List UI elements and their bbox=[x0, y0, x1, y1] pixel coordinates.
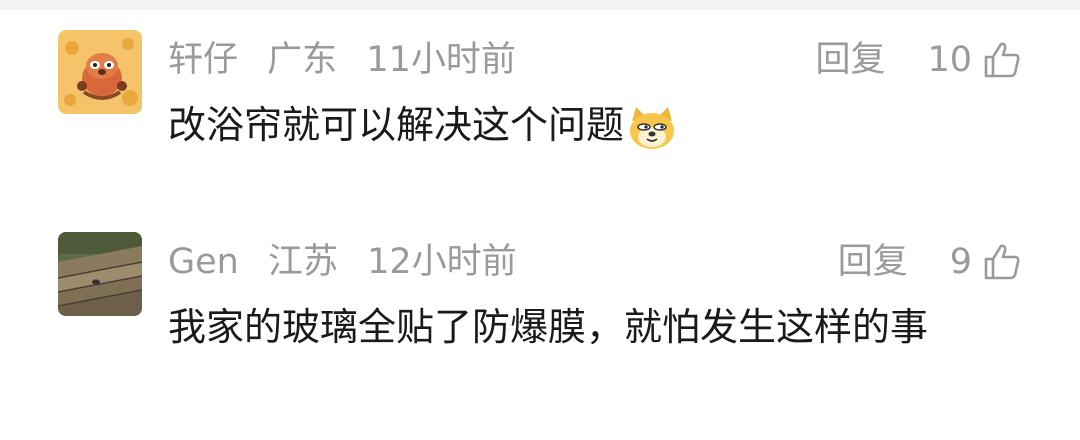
timestamp: 11小时前 bbox=[366, 40, 516, 80]
avatar[interactable] bbox=[58, 232, 142, 316]
location: 江苏 bbox=[267, 242, 338, 282]
like-count: 10 bbox=[927, 40, 972, 80]
username[interactable]: 轩仔 bbox=[168, 40, 238, 80]
thumbs-up-icon[interactable] bbox=[982, 40, 1022, 80]
thumbs-up-icon[interactable] bbox=[982, 242, 1022, 282]
doge-emoji-icon bbox=[630, 106, 675, 149]
comment-body: 改浴帘就可以解决这个问题 bbox=[168, 103, 625, 147]
location: 广东 bbox=[267, 40, 338, 80]
username[interactable]: Gen bbox=[168, 242, 239, 282]
wooden-boards-avatar-image bbox=[58, 232, 142, 316]
comment-meta: 轩仔 广东 11小时前 bbox=[168, 35, 534, 85]
avatar[interactable] bbox=[58, 30, 142, 114]
reply-button[interactable]: 回复 bbox=[815, 35, 885, 85]
like-count: 9 bbox=[949, 242, 972, 282]
comment-actions: 回复 9 bbox=[838, 237, 1022, 287]
raccoon-avatar-image bbox=[58, 30, 142, 114]
comment-meta: Gen 江苏 12小时前 bbox=[168, 237, 535, 287]
comment-text: 我家的玻璃全贴了防爆膜，就怕发生这样的事 bbox=[168, 298, 1028, 356]
comment-actions: 回复 10 bbox=[815, 35, 1022, 85]
top-divider bbox=[0, 0, 1080, 10]
comment-body: 我家的玻璃全贴了防爆膜，就怕发生这样的事 bbox=[168, 305, 929, 349]
comment-text: 改浴帘就可以解决这个问题 bbox=[168, 96, 1028, 154]
timestamp: 12小时前 bbox=[367, 242, 517, 282]
reply-button[interactable]: 回复 bbox=[838, 237, 908, 287]
